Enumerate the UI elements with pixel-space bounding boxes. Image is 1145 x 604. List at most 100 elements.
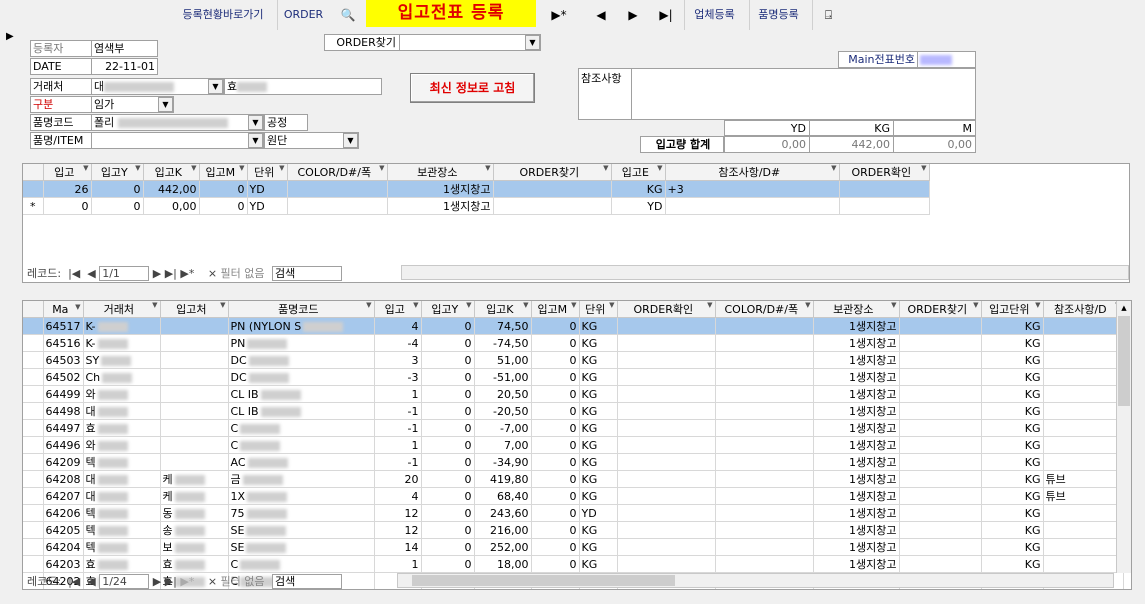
list-row[interactable]: 64496 와 C 1 0 7,00 0 KG 1생지창고 KG <box>23 436 1124 454</box>
first-record-icon[interactable]: |◀ <box>65 267 80 280</box>
cell[interactable]: 0 <box>421 470 475 488</box>
cell[interactable]: 14 <box>374 538 422 556</box>
cell[interactable]: 1 <box>374 385 422 403</box>
cell[interactable]: 텍 <box>83 538 161 556</box>
cell[interactable]: 0 <box>421 504 475 522</box>
list-col-header[interactable]: ORDER찾기 ▼ <box>899 301 982 318</box>
record-position-field[interactable]: 1/1 <box>99 265 150 281</box>
cell[interactable]: DC <box>228 351 375 369</box>
cell[interactable]: 케 <box>160 470 229 488</box>
cell[interactable] <box>715 538 814 556</box>
cell[interactable]: 케 <box>160 487 229 505</box>
cell[interactable]: PN (NYLON S <box>228 317 375 335</box>
hscroll-thumb[interactable] <box>412 575 675 586</box>
cell[interactable] <box>715 555 814 573</box>
cell[interactable]: 0 <box>421 334 475 352</box>
cell[interactable]: 75 <box>228 504 375 522</box>
cell[interactable] <box>715 419 814 437</box>
registrant-field[interactable]: 염색부 <box>91 40 158 57</box>
cell[interactable] <box>1043 368 1124 386</box>
new-record-icon[interactable]: ▶* <box>542 0 576 30</box>
cell[interactable] <box>715 351 814 369</box>
cell[interactable]: 216,00 <box>474 521 532 539</box>
itemcode-combo[interactable]: 폴리 <box>91 114 264 131</box>
filter-status[interactable]: 필터 없음 <box>221 573 265 589</box>
cell[interactable]: KG <box>981 453 1044 471</box>
cell[interactable]: KG <box>981 419 1044 437</box>
cell[interactable]: 68,40 <box>474 487 532 505</box>
cell[interactable] <box>617 470 716 488</box>
cell[interactable] <box>715 453 814 471</box>
cell[interactable]: 1생지창고 <box>813 317 900 335</box>
cell[interactable]: 1생지창고 <box>813 436 900 454</box>
detail-col-header[interactable]: 입고 ▼ <box>43 164 92 181</box>
cell[interactable] <box>617 453 716 471</box>
cell[interactable]: 1생지창고 <box>813 351 900 369</box>
cell[interactable]: 송 <box>160 521 229 539</box>
new-record-icon[interactable]: ▶* <box>180 267 194 280</box>
cell[interactable]: -51,00 <box>474 368 532 386</box>
cell[interactable] <box>1043 317 1124 335</box>
detail-grid[interactable]: 입고 ▼ 입고Y ▼ 입고K ▼ 입고M ▼ 단위 ▼ COLOR/D#/폭 ▼ 보관장소 ▼… <box>22 163 1130 283</box>
cell[interactable]: KG <box>981 317 1044 335</box>
cell[interactable]: 텍 <box>83 504 161 522</box>
cell[interactable]: 0 <box>91 180 144 198</box>
cell[interactable]: 64498 <box>43 402 84 420</box>
select-all-cell[interactable] <box>23 301 44 318</box>
list-col-header[interactable]: 보관장소 ▼ <box>813 301 900 318</box>
list-row[interactable]: 64203 효 효 C 1 0 18,00 0 KG 1생지창고 KG <box>23 555 1124 573</box>
cell[interactable]: 대 <box>83 470 161 488</box>
cell[interactable]: KG <box>579 470 618 488</box>
cell[interactable]: CL IB <box>228 385 375 403</box>
cell[interactable]: KG <box>981 504 1044 522</box>
memo-field[interactable] <box>631 69 975 119</box>
cell[interactable]: 1생지창고 <box>813 555 900 573</box>
itemname-combo[interactable] <box>91 132 264 149</box>
row-selector[interactable] <box>23 555 44 573</box>
record-position-field[interactable]: 1/24 <box>99 573 150 589</box>
cell[interactable] <box>715 334 814 352</box>
cell[interactable]: KG <box>981 351 1044 369</box>
next-record-icon[interactable]: ▶ <box>620 0 646 30</box>
cell[interactable]: KG <box>579 385 618 403</box>
cell[interactable] <box>617 334 716 352</box>
list-row[interactable]: 64498 대 CL IB -1 0 -20,50 0 KG 1생지창고 KG <box>23 402 1124 420</box>
cell[interactable] <box>160 351 229 369</box>
cell[interactable]: K- <box>83 334 161 352</box>
cell[interactable]: KG <box>579 334 618 352</box>
vendor-dropdown-icon[interactable]: ▼ <box>208 79 223 94</box>
cell[interactable]: 효 <box>83 419 161 437</box>
next-record-icon[interactable]: ▶ <box>153 267 161 280</box>
cell[interactable]: 0 <box>531 385 580 403</box>
cell[interactable]: -7,00 <box>474 419 532 437</box>
last-record-icon[interactable]: ▶| <box>165 575 177 588</box>
row-selector[interactable] <box>23 368 44 386</box>
list-col-header[interactable]: ORDER확인 ▼ <box>617 301 716 318</box>
cell[interactable]: 1생지창고 <box>813 538 900 556</box>
cell[interactable] <box>899 385 982 403</box>
row-selector[interactable] <box>23 436 44 454</box>
cell[interactable] <box>899 538 982 556</box>
cell[interactable]: KG <box>981 538 1044 556</box>
cell[interactable] <box>899 487 982 505</box>
cell[interactable] <box>287 197 388 215</box>
list-col-header[interactable]: 입고단위 ▼ <box>981 301 1044 318</box>
cell[interactable]: 64204 <box>43 538 84 556</box>
cell[interactable]: 0,00 <box>143 197 200 215</box>
prev-record-icon[interactable]: ◀ <box>84 575 95 588</box>
date-field[interactable]: 22-11-01 <box>91 58 158 75</box>
detail-col-header[interactable]: 입고K ▼ <box>143 164 200 181</box>
itemname-dropdown-icon[interactable]: ▼ <box>248 133 263 148</box>
detail-col-header[interactable]: 단위 ▼ <box>247 164 288 181</box>
cell[interactable]: 0 <box>531 521 580 539</box>
cell[interactable]: 64503 <box>43 351 84 369</box>
cell[interactable] <box>1043 555 1124 573</box>
cell[interactable]: 64206 <box>43 504 84 522</box>
detail-row[interactable]: 26 0 442,00 0 YD 1생지창고 KG +3 <box>23 180 930 198</box>
cell[interactable]: -1 <box>374 453 422 471</box>
cell[interactable] <box>493 197 612 215</box>
cell[interactable]: 0 <box>199 197 248 215</box>
cell[interactable]: 0 <box>421 402 475 420</box>
cell[interactable]: KG <box>981 385 1044 403</box>
cell[interactable]: Ch <box>83 368 161 386</box>
